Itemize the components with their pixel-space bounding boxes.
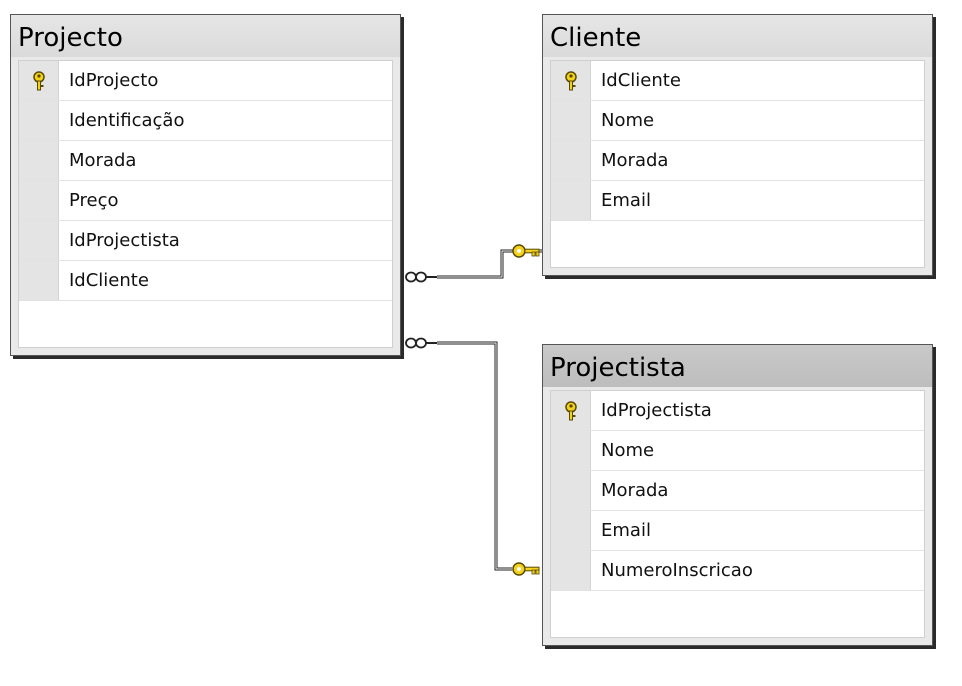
column-name: Email: [601, 190, 651, 211]
table-title[interactable]: Projectista: [543, 345, 932, 387]
column-row[interactable]: Email: [551, 181, 924, 221]
column-row[interactable]: NumeroInscricao: [551, 551, 924, 591]
row-selector[interactable]: [551, 431, 591, 470]
row-selector[interactable]: [551, 141, 591, 180]
column-list: IdCliente Nome Morada Email: [550, 60, 925, 268]
row-selector[interactable]: [551, 101, 591, 140]
primary-key-icon: [564, 70, 577, 90]
new-column-row[interactable]: [551, 591, 924, 637]
column-row[interactable]: Email: [551, 511, 924, 551]
column-name: Preço: [69, 190, 119, 211]
column-name: IdProjecto: [69, 70, 159, 91]
row-selector[interactable]: [551, 61, 591, 100]
row-selector[interactable]: [19, 221, 59, 260]
many-end-infinity-icon: [405, 271, 437, 283]
column-row[interactable]: IdCliente: [551, 61, 924, 101]
column-row[interactable]: Nome: [551, 101, 924, 141]
row-selector[interactable]: [551, 551, 591, 590]
row-selector[interactable]: [551, 511, 591, 550]
row-selector[interactable]: [551, 471, 591, 510]
row-selector[interactable]: [19, 101, 59, 140]
new-column-row[interactable]: [551, 221, 924, 267]
column-list: IdProjecto Identificação Morada Preço Id…: [18, 60, 393, 348]
row-selector[interactable]: [19, 61, 59, 100]
column-name: NumeroInscricao: [601, 560, 753, 581]
column-name: IdProjectista: [69, 230, 180, 251]
table-cliente[interactable]: Cliente IdCliente Nome Morada Email: [542, 14, 933, 276]
column-name: Morada: [601, 480, 669, 501]
column-row[interactable]: Nome: [551, 431, 924, 471]
relationship-projecto-cliente[interactable]: [405, 244, 543, 283]
column-row[interactable]: IdProjectista: [19, 221, 392, 261]
new-column-row[interactable]: [19, 301, 392, 347]
column-list: IdProjectista Nome Morada Email NumeroIn…: [550, 390, 925, 638]
column-name: IdProjectista: [601, 400, 712, 421]
table-projectista[interactable]: Projectista IdProjectista Nome Morada Em…: [542, 344, 933, 646]
table-title[interactable]: Cliente: [543, 15, 932, 57]
row-selector[interactable]: [19, 141, 59, 180]
column-name: Morada: [69, 150, 137, 171]
row-selector[interactable]: [551, 391, 591, 430]
table-title[interactable]: Projecto: [11, 15, 400, 57]
column-row[interactable]: IdProjecto: [19, 61, 392, 101]
column-row[interactable]: IdCliente: [19, 261, 392, 301]
row-selector[interactable]: [19, 181, 59, 220]
primary-key-icon: [564, 400, 577, 420]
column-name: Nome: [601, 440, 655, 461]
row-selector[interactable]: [19, 261, 59, 300]
row-selector[interactable]: [551, 181, 591, 220]
column-row[interactable]: Preço: [19, 181, 392, 221]
column-name: Morada: [601, 150, 669, 171]
column-name: IdCliente: [69, 270, 149, 291]
column-name: IdCliente: [601, 70, 681, 91]
column-row[interactable]: Identificação: [19, 101, 392, 141]
one-end-key-icon: [512, 244, 540, 258]
table-projecto[interactable]: Projecto IdProjecto Identificação Morada: [10, 14, 401, 356]
column-row[interactable]: IdProjectista: [551, 391, 924, 431]
one-end-key-icon: [512, 562, 540, 576]
column-row[interactable]: Morada: [551, 471, 924, 511]
primary-key-icon: [32, 70, 45, 90]
column-name: Email: [601, 520, 651, 541]
column-row[interactable]: Morada: [551, 141, 924, 181]
column-row[interactable]: Morada: [19, 141, 392, 181]
many-end-infinity-icon: [405, 337, 437, 349]
column-name: Nome: [601, 110, 655, 131]
column-name: Identificação: [69, 110, 185, 131]
relationship-projecto-projectista[interactable]: [405, 337, 540, 576]
